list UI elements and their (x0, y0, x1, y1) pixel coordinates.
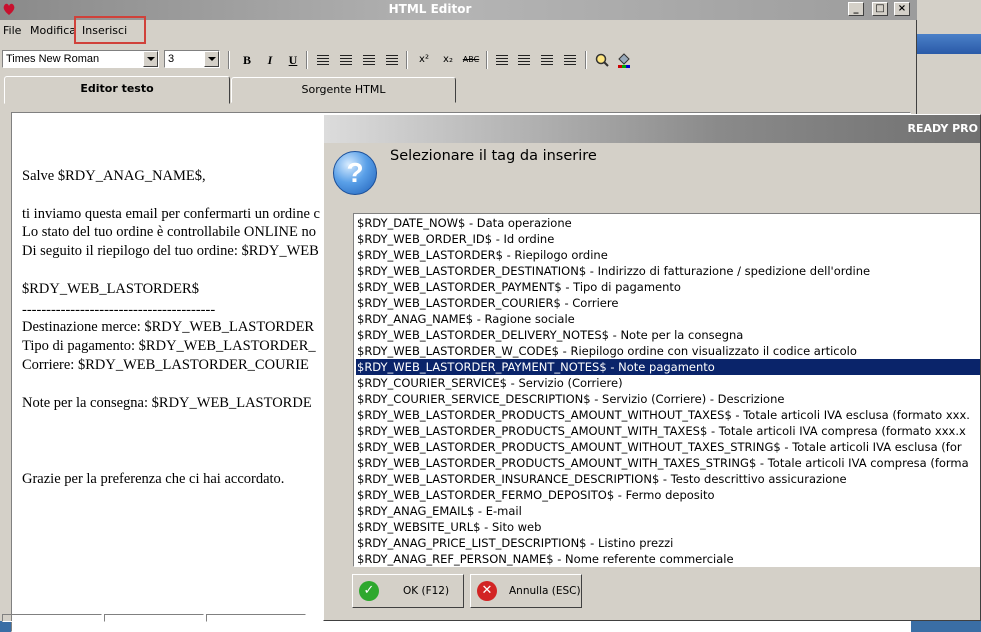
list-item[interactable]: $RDY_WEB_LASTORDER_W_CODE$ - Riepilogo o… (356, 343, 980, 359)
font-family-select[interactable]: Times New Roman (2, 50, 159, 68)
list-item-selected[interactable]: $RDY_WEB_LASTORDER_PAYMENT_NOTES$ - Note… (356, 359, 980, 375)
list-item[interactable]: $RDY_ANAG_EMAIL$ - E-mail (356, 503, 980, 519)
align-right-button[interactable] (359, 51, 379, 69)
tab-editor-testo[interactable]: Editor testo (4, 76, 230, 104)
editor-line: Note per la consegna: $RDY_WEB_LASTORDE (22, 395, 312, 411)
list-item[interactable]: $RDY_ANAG_REF_PERSON_NAME$ - Nome refere… (356, 551, 980, 566)
dialog-title: READY PRO (907, 122, 978, 135)
cancel-button[interactable]: ✕ Annulla (ESC) (470, 574, 582, 608)
superscript-button[interactable]: x² (414, 51, 434, 69)
list-item[interactable]: $RDY_WEB_LASTORDER_PRODUCTS_AMOUNT_WITH_… (356, 455, 980, 471)
editor-line: Destinazione merce: $RDY_WEB_LASTORDER (22, 319, 315, 335)
align-center-button[interactable] (336, 51, 356, 69)
list-item[interactable]: $RDY_WEB_LASTORDER_PRODUCTS_AMOUNT_WITHO… (356, 407, 980, 423)
menu-highlight-box (74, 16, 146, 44)
tag-listbox[interactable]: $RDY_DATE_NOW$ - Data operazione $RDY_WEB… (353, 213, 980, 567)
dialog-title-bar[interactable]: READY PRO (324, 115, 980, 143)
list-item[interactable]: $RDY_ANAG_PRICE_LIST_DESCRIPTION$ - List… (356, 535, 980, 551)
toolbar-separator (228, 51, 230, 69)
menu-file[interactable]: File (3, 24, 21, 37)
subscript-button[interactable]: x₂ (438, 51, 458, 69)
editor-line: Di seguito il riepilogo del tuo ordine: … (22, 243, 319, 259)
editor-line: Tipo di pagamento: $RDY_WEB_LASTORDER_ (22, 338, 316, 354)
list-item[interactable]: $RDY_WEB_LASTORDER_DELIVERY_NOTES$ - Not… (356, 327, 980, 343)
strikethrough-button[interactable]: ABC (461, 51, 481, 69)
list-item[interactable]: $RDY_WEB_LASTORDER$ - Riepilogo ordine (356, 247, 980, 263)
menu-modifica[interactable]: Modifica (30, 24, 76, 37)
ok-button[interactable]: ✓ OK (F12) (352, 574, 464, 608)
chevron-down-icon[interactable] (143, 51, 158, 67)
minimize-icon: _ (853, 3, 859, 14)
format-toolbar: Times New Roman 3 B I U x² x₂ ABC (0, 46, 917, 72)
bullet-list-icon (518, 55, 530, 65)
editor-line: $RDY_WEB_LASTORDER$ (22, 281, 199, 297)
indent-button[interactable] (560, 51, 580, 69)
paint-bucket-icon (618, 53, 630, 68)
checkmark-icon: ✓ (359, 581, 379, 601)
insert-tag-dialog: READY PRO ? Selezionare il tag da inseri… (323, 114, 981, 621)
numbered-list-icon (496, 55, 508, 65)
editor-line: ---------------------------------------- (22, 302, 216, 318)
background-window-bar (917, 34, 981, 54)
justify-button[interactable] (382, 51, 402, 69)
list-item[interactable]: $RDY_WEB_LASTORDER_COURIER$ - Corriere (356, 295, 980, 311)
list-item[interactable]: $RDY_ANAG_NAME$ - Ragione sociale (356, 311, 980, 327)
indent-icon (564, 55, 576, 65)
chevron-down-icon[interactable] (204, 51, 219, 67)
bullet-list-button[interactable] (514, 51, 534, 69)
close-icon: × (897, 3, 907, 14)
list-item[interactable]: $RDY_WEB_LASTORDER_PAYMENT$ - Tipo di pa… (356, 279, 980, 295)
toolbar-separator (585, 51, 587, 69)
editor-line: Corriere: $RDY_WEB_LASTORDER_COURIE (22, 357, 309, 373)
list-item[interactable]: $RDY_WEB_LASTORDER_PRODUCTS_AMOUNT_WITHO… (356, 439, 980, 455)
cancel-button-label: Annulla (ESC) (509, 585, 581, 597)
align-left-button[interactable] (313, 51, 333, 69)
italic-button[interactable]: I (260, 51, 280, 69)
minimize-button[interactable]: _ (848, 2, 864, 16)
maximize-button[interactable]: □ (872, 2, 888, 16)
dialog-heading: Selezionare il tag da inserire (390, 148, 597, 164)
outdent-icon (541, 55, 553, 65)
list-item[interactable]: $RDY_WEB_ORDER_ID$ - Id ordine (356, 231, 980, 247)
bold-button[interactable]: B (237, 51, 257, 69)
editor-line: Grazie per la preferenza che ci hai acco… (22, 471, 285, 487)
editor-line: ti inviamo questa email per confermarti … (22, 206, 320, 222)
font-family-value: Times New Roman (6, 53, 100, 65)
toolbar-separator (406, 51, 408, 69)
window-title: HTML Editor (388, 2, 472, 16)
font-size-value: 3 (168, 53, 175, 65)
toolbar-separator (486, 51, 488, 69)
close-icon: ✕ (477, 581, 497, 601)
justify-icon (386, 55, 398, 65)
align-right-icon (363, 55, 375, 65)
find-replace-button[interactable] (592, 51, 612, 69)
list-item[interactable]: $RDY_WEB_LASTORDER_FERMO_DEPOSITO$ - Fer… (356, 487, 980, 503)
list-item[interactable]: $RDY_WEB_LASTORDER_INSURANCE_DESCRIPTION… (356, 471, 980, 487)
magnifier-icon (595, 53, 609, 67)
list-item[interactable]: $RDY_DATE_NOW$ - Data operazione (356, 215, 980, 231)
outdent-button[interactable] (537, 51, 557, 69)
question-icon: ? (333, 151, 377, 195)
font-size-select[interactable]: 3 (164, 50, 220, 68)
text-color-button[interactable] (614, 51, 634, 69)
list-item[interactable]: $RDY_WEBSITE_URL$ - Sito web (356, 519, 980, 535)
align-left-icon (317, 55, 329, 65)
editor-line: Salve $RDY_ANAG_NAME$, (22, 168, 206, 184)
editor-line: Lo stato del tuo ordine è controllabile … (22, 224, 316, 240)
toolbar-separator (306, 51, 308, 69)
tab-sorgente-html[interactable]: Sorgente HTML (231, 77, 456, 103)
list-item[interactable]: $RDY_COURIER_SERVICE_DESCRIPTION$ - Serv… (356, 391, 980, 407)
maximize-icon: □ (875, 3, 885, 14)
close-button[interactable]: × (894, 2, 910, 16)
numbered-list-button[interactable] (492, 51, 512, 69)
ok-button-label: OK (F12) (403, 585, 450, 597)
align-center-icon (340, 55, 352, 65)
list-item[interactable]: $RDY_WEB_LASTORDER_DESTINATION$ - Indiri… (356, 263, 980, 279)
underline-button[interactable]: U (283, 51, 303, 69)
list-item[interactable]: $RDY_WEB_LASTORDER_PRODUCTS_AMOUNT_WITH_… (356, 423, 980, 439)
list-item[interactable]: $RDY_COURIER_SERVICE$ - Servizio (Corrie… (356, 375, 980, 391)
